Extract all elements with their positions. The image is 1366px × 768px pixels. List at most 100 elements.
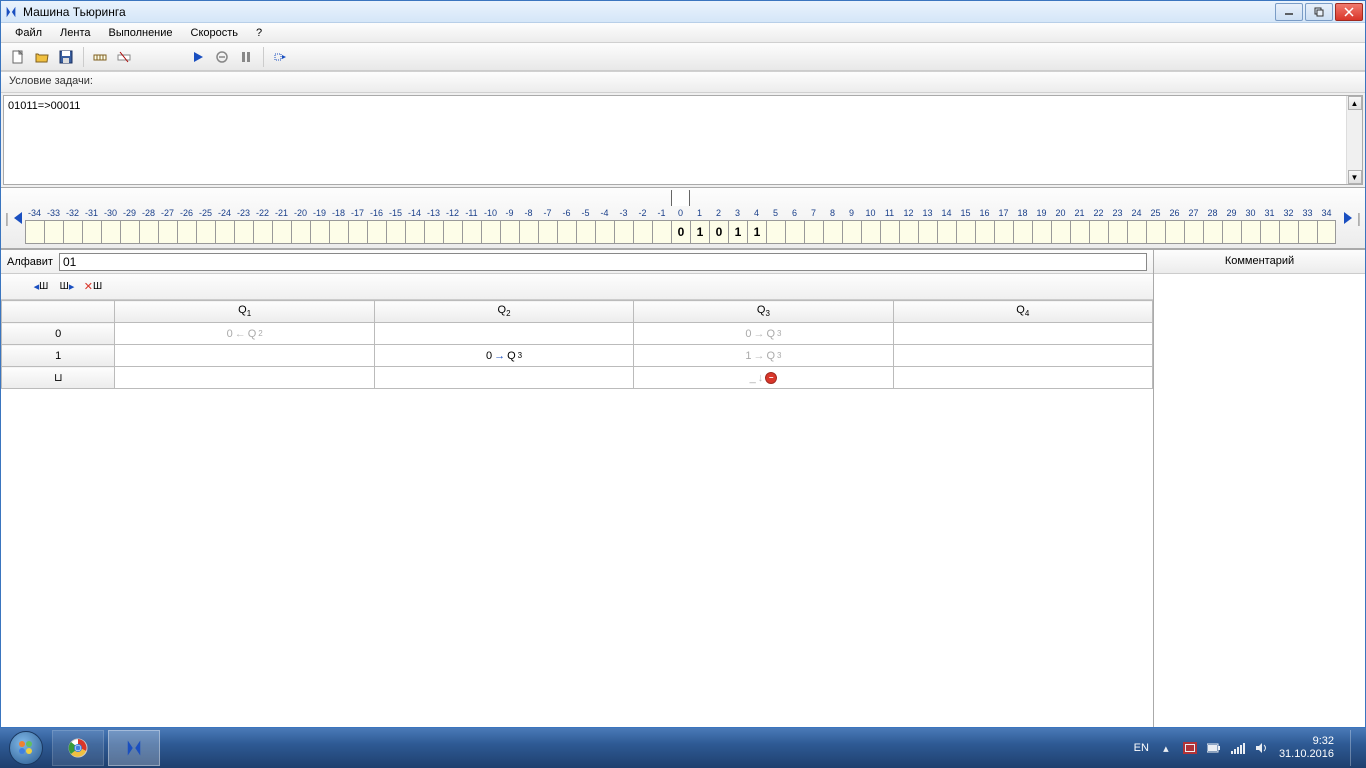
close-button[interactable] xyxy=(1335,3,1363,21)
taskbar-app[interactable] xyxy=(108,730,160,766)
tape-cell[interactable] xyxy=(1146,220,1165,244)
tape-left-button[interactable] xyxy=(11,193,25,243)
tape-cell[interactable] xyxy=(975,220,994,244)
comment-area[interactable] xyxy=(1154,274,1365,727)
tape-cell[interactable] xyxy=(1070,220,1089,244)
tape-cell[interactable] xyxy=(329,220,348,244)
alphabet-input[interactable] xyxy=(59,253,1147,271)
tape-cell[interactable] xyxy=(367,220,386,244)
tray-volume-icon[interactable] xyxy=(1255,741,1269,755)
tape-cell[interactable] xyxy=(595,220,614,244)
tape-cell[interactable] xyxy=(1222,220,1241,244)
tray-flag-icon[interactable] xyxy=(1183,741,1197,755)
add-state-left-button[interactable]: ◂Ш xyxy=(31,278,51,296)
program-cell[interactable] xyxy=(893,367,1152,389)
tape-cell[interactable]: 0 xyxy=(709,220,728,244)
tape-cell[interactable] xyxy=(842,220,861,244)
maximize-button[interactable] xyxy=(1305,3,1333,21)
tape-cell[interactable] xyxy=(633,220,652,244)
tape-cell[interactable] xyxy=(652,220,671,244)
tape-cell[interactable] xyxy=(1317,220,1336,244)
tape-cell[interactable] xyxy=(443,220,462,244)
program-cell[interactable]: 0 → Q3 xyxy=(634,323,893,345)
run-button[interactable] xyxy=(187,46,209,68)
tape-cell[interactable] xyxy=(1260,220,1279,244)
tape-cell[interactable] xyxy=(994,220,1013,244)
tray-arrow-icon[interactable]: ▴ xyxy=(1159,741,1173,755)
tape-cell[interactable]: 1 xyxy=(690,220,709,244)
state-header[interactable]: Q2 xyxy=(374,301,633,323)
tape-cell[interactable] xyxy=(519,220,538,244)
tray-language[interactable]: EN xyxy=(1134,742,1149,754)
add-state-right-button[interactable]: Ш▸ xyxy=(57,278,77,296)
state-header[interactable]: Q1 xyxy=(115,301,374,323)
step-button[interactable] xyxy=(269,46,291,68)
tape-cell[interactable]: 1 xyxy=(728,220,747,244)
tape-cell[interactable] xyxy=(120,220,139,244)
tape-cell[interactable] xyxy=(82,220,101,244)
tape-cell[interactable] xyxy=(861,220,880,244)
tape-cell[interactable] xyxy=(1279,220,1298,244)
program-cell[interactable]: 0 → Q3 xyxy=(374,345,633,367)
menu-file[interactable]: Файл xyxy=(7,25,50,41)
minimize-button[interactable] xyxy=(1275,3,1303,21)
tray-network-icon[interactable] xyxy=(1231,741,1245,755)
symbol-header[interactable]: 0 xyxy=(2,323,115,345)
tape-cell[interactable] xyxy=(177,220,196,244)
tape-cell[interactable] xyxy=(956,220,975,244)
tape-end-button[interactable]: | xyxy=(1355,193,1363,243)
tape-cell[interactable] xyxy=(557,220,576,244)
problem-scrollbar[interactable]: ▲ ▼ xyxy=(1346,96,1362,184)
tape-cell[interactable]: 1 xyxy=(747,220,766,244)
tape-cell[interactable] xyxy=(272,220,291,244)
tape-head[interactable] xyxy=(671,190,690,206)
tape-cell[interactable] xyxy=(1298,220,1317,244)
tape-home-button[interactable]: | xyxy=(3,193,11,243)
program-cell[interactable] xyxy=(115,345,374,367)
program-cell[interactable] xyxy=(374,367,633,389)
state-header[interactable]: Q3 xyxy=(634,301,893,323)
state-header[interactable]: Q4 xyxy=(893,301,1152,323)
tape-cell[interactable] xyxy=(386,220,405,244)
tape-cell[interactable] xyxy=(44,220,63,244)
tape-cell[interactable] xyxy=(1032,220,1051,244)
tape-cell[interactable] xyxy=(899,220,918,244)
tape-cell[interactable] xyxy=(348,220,367,244)
tape-cell[interactable] xyxy=(139,220,158,244)
tape-cell[interactable] xyxy=(481,220,500,244)
tape-cell[interactable] xyxy=(1013,220,1032,244)
menu-speed[interactable]: Скорость xyxy=(183,25,247,41)
tape-cell[interactable] xyxy=(804,220,823,244)
tape-cell[interactable] xyxy=(196,220,215,244)
problem-textarea[interactable]: 01011=>00011 ▲ ▼ xyxy=(3,95,1363,185)
tray-clock[interactable]: 9:32 31.10.2016 xyxy=(1279,735,1334,761)
tape-cell[interactable] xyxy=(1108,220,1127,244)
tape-cell[interactable] xyxy=(291,220,310,244)
tape-cell[interactable] xyxy=(63,220,82,244)
program-cell[interactable] xyxy=(893,345,1152,367)
open-button[interactable] xyxy=(31,46,53,68)
new-button[interactable] xyxy=(7,46,29,68)
stop-button[interactable] xyxy=(211,46,233,68)
program-cell[interactable] xyxy=(115,367,374,389)
show-desktop-button[interactable] xyxy=(1350,730,1358,766)
program-cell[interactable]: _ ↓ – xyxy=(634,367,893,389)
scroll-down-icon[interactable]: ▼ xyxy=(1348,170,1362,184)
tape-cell[interactable] xyxy=(823,220,842,244)
start-button[interactable] xyxy=(4,730,48,766)
menu-help[interactable]: ? xyxy=(248,25,270,41)
tape-clear-button[interactable] xyxy=(113,46,135,68)
tape-cell[interactable] xyxy=(538,220,557,244)
menu-tape[interactable]: Лента xyxy=(52,25,98,41)
tape-cell[interactable] xyxy=(101,220,120,244)
tape-cell[interactable] xyxy=(918,220,937,244)
tape-cell[interactable] xyxy=(1203,220,1222,244)
program-cell[interactable]: 1 → Q3 xyxy=(634,345,893,367)
tape-cell[interactable] xyxy=(310,220,329,244)
tape-right-button[interactable] xyxy=(1341,193,1355,243)
delete-state-button[interactable]: ✕Ш xyxy=(83,278,103,296)
scroll-up-icon[interactable]: ▲ xyxy=(1348,96,1362,110)
tape-edit-button[interactable] xyxy=(89,46,111,68)
tape-cell[interactable] xyxy=(785,220,804,244)
menu-run[interactable]: Выполнение xyxy=(101,25,181,41)
